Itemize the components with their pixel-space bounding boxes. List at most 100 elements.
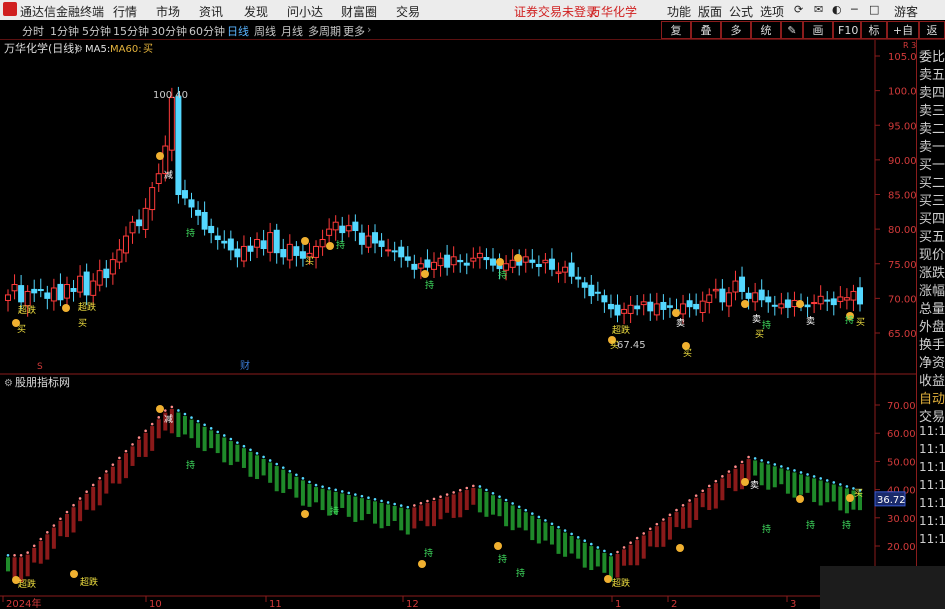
indicator-bar [123,453,128,479]
indicator-bar [556,529,561,554]
indicator-bar [746,459,751,481]
price-tick-label: 80.00 [888,225,916,236]
menu-item-banmian[interactable]: 版面 [698,3,722,20]
menu-item-zixun[interactable]: 资讯 [199,3,223,20]
indicator-bar [346,494,351,517]
tab-fenshi[interactable]: 分时 [22,23,44,39]
candle-body [660,301,667,310]
date-label: 10 [149,599,162,609]
side-label: 11:10 [919,424,945,438]
candle-body [758,289,765,301]
tab-weekly[interactable]: 周线 [254,23,276,39]
indicator-bar [490,495,495,515]
tab-60min[interactable]: 60分钟 [189,23,225,39]
hand-signal-icon [796,300,804,308]
indicator-bar [733,468,738,492]
candle-body [778,303,785,309]
tab-30min[interactable]: 30分钟 [151,23,187,39]
guest-label[interactable]: 游客 [894,3,918,20]
side-label: 现价 [919,248,945,263]
tab-15min[interactable]: 15分钟 [113,23,149,39]
indicator-bar [602,552,607,573]
indicator-bar [287,473,292,490]
fuquan-button[interactable]: 复权 [661,21,691,55]
candle-body [5,294,11,301]
indicator-dot [242,444,246,448]
indicator-dot [439,495,442,499]
minimize-icon[interactable]: ─ [851,3,858,16]
indicator-bar [255,455,260,480]
refresh-icon[interactable]: ⟳ [794,3,803,16]
indicator-bar [432,500,436,527]
menu-item-hangqing[interactable]: 行情 [113,3,137,20]
price-tick-label: 70.00 [888,294,916,305]
tongji-button[interactable]: 统计 [751,21,781,55]
window-stock-title: 万华化学 [589,5,638,19]
indicator-dot [406,505,410,509]
tab-1min[interactable]: 1分钟 [50,23,79,39]
indicator-dot [622,546,626,549]
candle-body [653,303,660,316]
signal-label: 减 [164,169,173,181]
menu-item-faxian[interactable]: 发现 [244,3,268,20]
indicator-dot [334,488,337,492]
indicator-dot [504,498,508,502]
indicator-bar [484,491,489,517]
diejia-button[interactable]: 叠加 [691,21,721,55]
huaxian-button[interactable]: 画线 [803,21,833,55]
candle-body [63,284,70,299]
candle-body [18,285,25,303]
login-status[interactable]: 证券交易未登录 [514,3,598,20]
menu-item-gongneng[interactable]: 功能 [667,3,691,20]
more-chevron-icon[interactable]: › [367,23,371,36]
indicator-dot [131,443,134,446]
signal-label: 持 [762,523,771,535]
side-label: 净资 [919,356,945,371]
tab-multi-period[interactable]: 多周期 [308,23,341,39]
zixuan-button[interactable]: +自选 [887,21,919,55]
price-tick-label: 105.00 [888,52,916,63]
biaoji-button[interactable]: 标记 [861,21,887,55]
candle-body [712,288,719,292]
candle-body [149,187,156,211]
menu-item-wenxiaoda[interactable]: 问小达 [287,3,323,20]
tab-monthly[interactable]: 月线 [281,23,303,39]
tab-5min[interactable]: 5分钟 [82,23,111,39]
candle-body [96,270,103,286]
candle-body [254,239,261,248]
indicator-dot [308,480,311,484]
indicator-dot [616,550,619,554]
duogu-button[interactable]: 多股 [721,21,751,55]
f10-button[interactable]: F10 [833,21,861,39]
indicator-dot [399,504,403,507]
indicator-dot [6,553,10,557]
candle-body [208,225,215,234]
price-tick-label: 95.00 [888,121,916,132]
indicator-bar [536,518,541,544]
menu-item-caifuquan[interactable]: 财富圈 [341,3,377,20]
indicator-bar [274,466,279,492]
indicator-dot [603,549,606,553]
indicator-dot [773,463,777,466]
tab-daily[interactable]: 日线 [227,23,249,39]
indicator-dot [268,459,272,462]
indicator-dot [753,457,757,460]
draw-line-icon[interactable]: ✎ [781,21,803,39]
maximize-icon[interactable]: □ [869,3,879,16]
menu-item-shichang[interactable]: 市场 [156,3,180,20]
candle-body [398,246,405,258]
candle-body [358,232,365,245]
menu-item-jiaoyi[interactable]: 交易 [396,3,420,20]
menu-item-gongshi[interactable]: 公式 [729,3,753,20]
fanhui-button[interactable]: 返回 [919,21,945,55]
signal-label: 卖 [750,480,759,491]
mail-icon[interactable]: ✉ [814,3,823,16]
indicator-dot [150,422,154,426]
kline-chart[interactable]: 105.00 100.00 95.00 90.00 85.00 80.00 75.00 70.… [0,40,916,609]
signal-label: 持 [186,459,195,471]
indicator-dot [747,455,750,459]
candle-body [686,300,693,308]
tab-more[interactable]: 更多 [343,23,365,39]
menu-item-xuanxiang[interactable]: 选项 [760,3,784,20]
skin-icon[interactable]: ◐ [832,3,842,16]
